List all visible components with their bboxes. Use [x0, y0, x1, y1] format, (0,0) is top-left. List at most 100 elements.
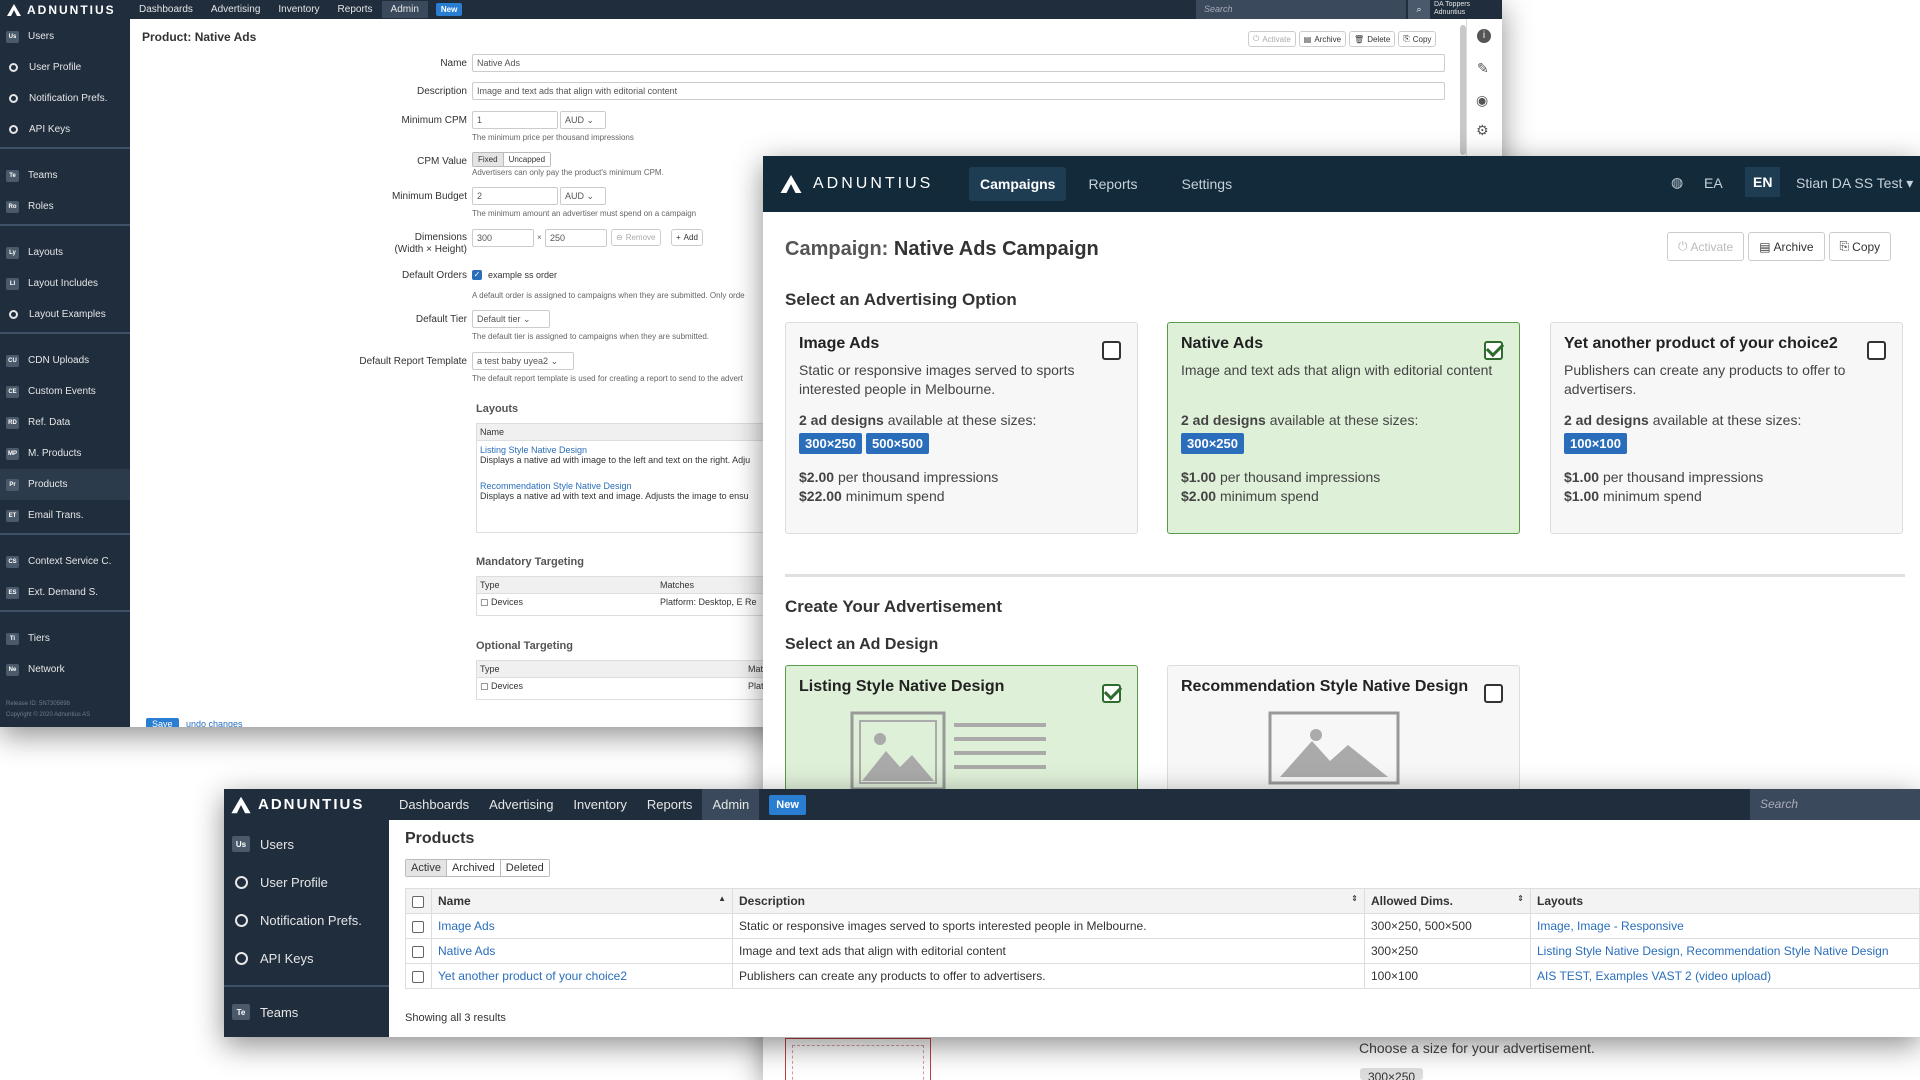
- remove-dimension-button[interactable]: ⊖ Remove: [611, 229, 661, 246]
- language-option-ea[interactable]: EA: [1704, 175, 1723, 191]
- ad-design-card[interactable]: Recommendation Style Native Design: [1167, 665, 1520, 805]
- brand-logo[interactable]: ADNUNTIUS: [224, 795, 389, 815]
- sidebar-item-api-keys[interactable]: API Keys: [224, 939, 389, 977]
- layout-link[interactable]: Listing Style Native Design: [480, 445, 772, 455]
- filter-archived[interactable]: Archived: [446, 860, 501, 876]
- language-option-en[interactable]: EN: [1745, 167, 1781, 197]
- advertising-option-card[interactable]: Yet another product of your choice2 Publ…: [1550, 322, 1903, 534]
- dimensions-label-main: Dimensions: [414, 232, 467, 243]
- row-checkbox[interactable]: [412, 920, 424, 933]
- product-dims-cell: 100×100: [1364, 963, 1531, 989]
- product-dims-cell: 300×250, 500×500: [1364, 913, 1531, 939]
- ad-design-checkbox[interactable]: [1102, 684, 1121, 703]
- sidebar-item-users[interactable]: Us Users: [224, 825, 389, 863]
- search-input[interactable]: Search: [1750, 789, 1920, 820]
- new-button[interactable]: New: [769, 794, 806, 815]
- min-cpm-currency-select[interactable]: AUD ⌄: [560, 111, 606, 129]
- product-name-link[interactable]: Native Ads: [438, 944, 495, 958]
- min-budget-help: The minimum amount an advertiser must sp…: [472, 209, 697, 218]
- filter-deleted[interactable]: Deleted: [500, 860, 549, 876]
- add-dimension-button[interactable]: + Add: [671, 229, 703, 246]
- default-tier-select[interactable]: Default tier ⌄: [472, 310, 550, 328]
- row-checkbox[interactable]: [412, 945, 424, 958]
- archive-button[interactable]: ▤ Archive: [1748, 232, 1825, 261]
- status-filter[interactable]: Active Archived Deleted: [405, 859, 550, 877]
- report-template-help: The default report template is used for …: [472, 374, 743, 383]
- default-order-checkbox[interactable]: ✓: [472, 270, 482, 280]
- save-button[interactable]: Save: [146, 718, 179, 727]
- ad-design-checkbox[interactable]: [1484, 684, 1503, 703]
- nav-dashboards[interactable]: Dashboards: [389, 797, 479, 812]
- brand-logo[interactable]: ADNUNTIUS: [779, 173, 959, 195]
- nav-reports[interactable]: Reports: [1088, 176, 1137, 192]
- products-table: Name ▲ Description ⇕ Allowed Dims. ⇕ Layout…: [405, 888, 1920, 989]
- nav-inventory[interactable]: Inventory: [563, 797, 636, 812]
- option-price-value: $2.00: [799, 469, 835, 485]
- copy-button[interactable]: ⎘ Copy: [1828, 232, 1892, 261]
- size-prompt: Choose a size for your advertisement.: [1359, 1040, 1595, 1056]
- report-template-select[interactable]: a test baby uyea2 ⌄: [472, 352, 574, 370]
- sidebar-item-label: Notification Prefs.: [260, 912, 362, 928]
- cpm-fixed-option[interactable]: Fixed: [473, 153, 504, 166]
- table-row[interactable]: Image Ads Static or responsive images se…: [405, 913, 1920, 939]
- layouts-heading: Layouts: [476, 403, 519, 415]
- activate-button[interactable]: ⏻ Activate: [1667, 232, 1745, 261]
- product-name-link[interactable]: Yet another product of your choice2: [438, 969, 627, 983]
- nav-advertising[interactable]: Advertising: [479, 797, 563, 812]
- column-dims[interactable]: Allowed Dims. ⇕: [1364, 888, 1531, 914]
- brand-name: ADNUNTIUS: [813, 175, 934, 192]
- product-layouts-link[interactable]: AIS TEST, Examples VAST 2 (video upload): [1537, 969, 1771, 983]
- globe-icon[interactable]: ◍: [1671, 174, 1683, 191]
- min-budget-currency-select[interactable]: AUD ⌄: [560, 187, 606, 205]
- select-all-checkbox[interactable]: [412, 895, 424, 908]
- nav-campaigns[interactable]: Campaigns: [969, 167, 1067, 201]
- advertising-option-card[interactable]: Native Ads Image and text ads that align…: [1167, 322, 1520, 534]
- column-name[interactable]: Name ▲: [431, 888, 733, 914]
- column-description[interactable]: Description ⇕: [732, 888, 1365, 914]
- matches-header: Matches: [660, 580, 695, 590]
- user-menu[interactable]: Stian DA SS Test ▾: [1796, 175, 1913, 192]
- dimension-width-input[interactable]: 300: [472, 229, 534, 247]
- ad-design-card[interactable]: Listing Style Native Design: [785, 665, 1138, 805]
- table-row[interactable]: Native Ads Image and text ads that align…: [405, 938, 1920, 964]
- products-list-window: ADNUNTIUS Dashboards Advertising Invento…: [224, 789, 1920, 1037]
- sidebar-item-teams[interactable]: Te Teams: [224, 993, 389, 1031]
- sidebar-badge-icon: Te: [232, 1004, 250, 1020]
- min-cpm-input[interactable]: 1: [472, 111, 558, 129]
- nav-settings[interactable]: Settings: [1182, 176, 1233, 192]
- layout-description: Displays a native ad with text and image…: [480, 491, 749, 501]
- logo-icon: [231, 796, 251, 813]
- column-layouts[interactable]: Layouts: [1530, 888, 1920, 914]
- name-input[interactable]: Native Ads: [472, 54, 1445, 72]
- option-checkbox[interactable]: [1102, 341, 1121, 360]
- option-designs-count: 2 ad designs: [1564, 412, 1649, 428]
- product-layouts-link[interactable]: Listing Style Native Design, Recommendat…: [1537, 944, 1889, 958]
- description-input[interactable]: Image and text ads that align with edito…: [472, 82, 1445, 100]
- sidebar-item-notification-prefs[interactable]: Notification Prefs.: [224, 901, 389, 939]
- cpm-uncapped-option[interactable]: Uncapped: [503, 153, 551, 166]
- sidebar-item-user-profile[interactable]: User Profile: [224, 863, 389, 901]
- nav-admin[interactable]: Admin: [702, 789, 760, 820]
- product-layouts-link[interactable]: Image, Image - Responsive: [1537, 919, 1684, 933]
- page-title: Campaign: Native Ads Campaign: [785, 238, 1099, 261]
- default-orders-help: A default order is assigned to campaigns…: [472, 291, 745, 300]
- option-price-value: $1.00: [1181, 469, 1217, 485]
- undo-changes-link[interactable]: undo changes: [186, 719, 243, 727]
- nav-reports[interactable]: Reports: [637, 797, 703, 812]
- copy-label: Copy: [1852, 239, 1881, 254]
- dimension-height-input[interactable]: 250: [545, 229, 607, 247]
- cpm-value-toggle[interactable]: Fixed Uncapped: [472, 152, 552, 167]
- option-checkbox[interactable]: [1867, 341, 1886, 360]
- min-budget-input[interactable]: 2: [472, 187, 558, 205]
- row-checkbox[interactable]: [412, 970, 424, 983]
- logo-icon: [780, 175, 802, 193]
- recommendation-layout-icon: [1268, 711, 1400, 785]
- table-row[interactable]: Yet another product of your choice2 Publ…: [405, 963, 1920, 989]
- size-button[interactable]: 300×250: [1360, 1068, 1424, 1080]
- filter-active[interactable]: Active: [406, 860, 447, 876]
- option-checkbox[interactable]: [1484, 341, 1503, 360]
- product-name-link[interactable]: Image Ads: [438, 919, 495, 933]
- advertising-option-card[interactable]: Image Ads Static or responsive images se…: [785, 322, 1138, 534]
- layout-link[interactable]: Recommendation Style Native Design: [480, 481, 772, 491]
- column-name-label: Name: [438, 894, 471, 908]
